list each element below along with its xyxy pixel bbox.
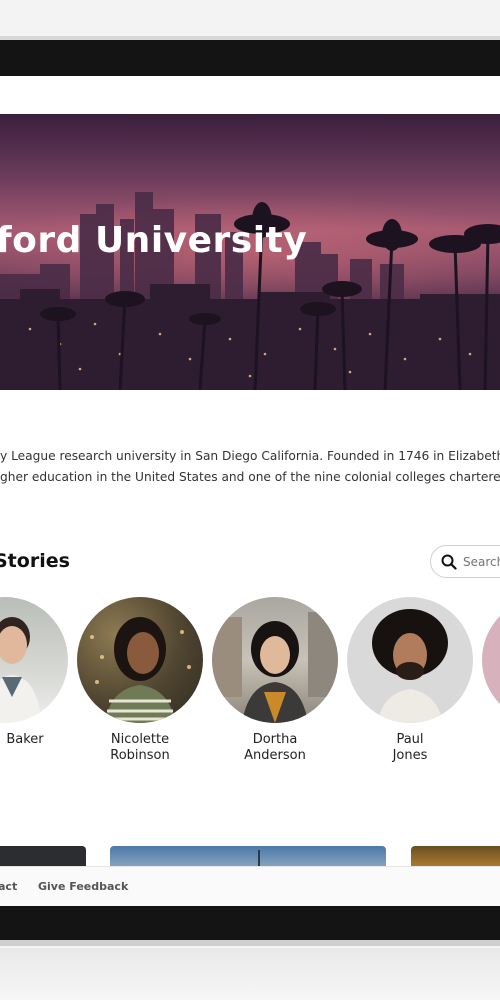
story-name-line-1: Baker [6, 732, 44, 747]
footer-link-give-feedback[interactable]: Give Feedback [38, 880, 128, 893]
search-input[interactable] [463, 554, 500, 569]
avatar[interactable] [212, 597, 338, 723]
search-icon [441, 554, 457, 570]
avatar[interactable] [482, 597, 500, 723]
avatar[interactable] [0, 597, 68, 723]
device-reflection [0, 948, 500, 1000]
avatar[interactable] [77, 597, 203, 723]
stories-carousel: Baker Nicolette Robinson Dortha Anderson… [0, 597, 500, 767]
story-card[interactable]: Dortha Anderson [212, 597, 338, 764]
story-name-line-2: Robinson [110, 748, 170, 763]
screen: ford University y League research univer… [0, 76, 500, 906]
story-card[interactable]: Nicolette Robinson [77, 597, 203, 764]
story-name-line-2: Anderson [244, 748, 306, 763]
device-bottom-edge [0, 940, 500, 946]
footer-link-contact[interactable]: act [0, 880, 17, 893]
story-card[interactable] [482, 597, 500, 723]
story-card[interactable]: Paul Jones [347, 597, 473, 764]
university-description: y League research university in San Dieg… [0, 446, 500, 488]
story-name-line-1: Nicolette [110, 732, 170, 747]
story-name-line-2: Jones [392, 748, 428, 763]
search-box[interactable] [430, 545, 500, 578]
stories-heading: Stories [0, 550, 70, 572]
description-line-2: gher education in the United States and … [0, 470, 500, 484]
avatar[interactable] [347, 597, 473, 723]
description-line-1: y League research university in San Dieg… [0, 449, 500, 463]
hero-banner: ford University [0, 114, 500, 390]
story-name-line-1: Paul [396, 732, 424, 747]
footer-bar: act Give Feedback [0, 866, 500, 906]
story-card[interactable]: Baker [0, 597, 68, 748]
university-title: ford University [0, 220, 308, 261]
story-name-line-1: Dortha [252, 732, 298, 747]
